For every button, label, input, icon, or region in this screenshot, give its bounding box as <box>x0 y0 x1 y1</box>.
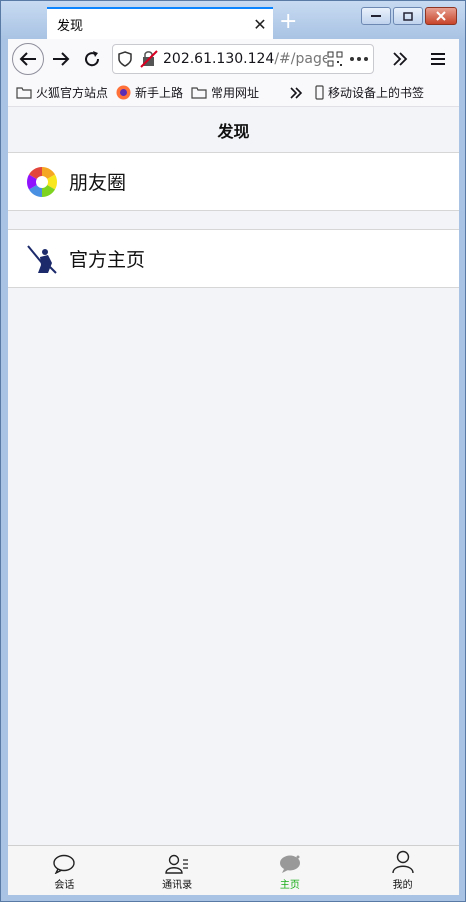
tab-chats[interactable]: 会话 <box>8 846 121 895</box>
browser-window: 发现 ✕ + 202.61.130.124/#/page 火狐官方站点 新手上路… <box>0 0 466 902</box>
qr-code-icon[interactable] <box>327 51 343 67</box>
maximize-button[interactable] <box>393 7 423 25</box>
folder-icon <box>191 87 207 99</box>
official-home-icon <box>25 242 59 276</box>
address-bar[interactable]: 202.61.130.124/#/page <box>112 44 374 74</box>
list-group: 朋友圈 <box>8 153 459 211</box>
back-arrow-icon <box>19 52 36 66</box>
hamburger-icon <box>431 53 445 65</box>
home-bubble-icon <box>279 855 300 873</box>
list-item-moments[interactable]: 朋友圈 <box>8 153 459 210</box>
list-item-label: 朋友圈 <box>69 172 127 194</box>
bottom-tab-bar: 会话 通讯录 主页 我的 <box>8 845 459 895</box>
bookmark-label: 移动设备上的书签 <box>328 86 425 100</box>
close-window-button[interactable] <box>425 7 457 25</box>
url-path: /#/page <box>274 51 327 67</box>
folder-icon <box>16 87 32 99</box>
list-item-label: 官方主页 <box>69 249 146 271</box>
tab-label: 会话 <box>54 880 75 891</box>
tab-title: 发现 <box>57 18 84 34</box>
bookmark-label: 常用网址 <box>211 86 260 100</box>
bookmark-common-sites[interactable]: 常用网址 <box>191 84 259 101</box>
bookmarks-overflow-button[interactable] <box>289 86 307 99</box>
forward-arrow-icon <box>53 52 70 66</box>
double-chevron-icon <box>290 86 303 99</box>
list-group: 官方主页 <box>8 229 459 288</box>
shield-icon[interactable] <box>117 51 133 67</box>
title-bar: 发现 ✕ + <box>1 1 465 39</box>
tab-label: 通讯录 <box>162 880 193 891</box>
back-button[interactable] <box>12 43 44 75</box>
navigation-bar: 202.61.130.124/#/page <box>8 39 459 79</box>
bookmark-firefox-official[interactable]: 火狐官方站点 <box>16 84 108 101</box>
tab-contacts[interactable]: 通讯录 <box>121 846 234 895</box>
bookmarks-bar: 火狐官方站点 新手上路 常用网址 移动设备上的书签 <box>8 79 459 107</box>
page-title: 发现 <box>8 107 459 153</box>
forward-button[interactable] <box>47 45 75 73</box>
hamburger-menu-button[interactable] <box>424 45 452 73</box>
minimize-button[interactable] <box>361 7 391 25</box>
reload-icon <box>85 51 100 67</box>
chat-bubble-icon <box>53 854 76 874</box>
browser-tab[interactable]: 发现 ✕ <box>47 7 273 39</box>
person-icon <box>391 850 414 874</box>
insecure-lock-icon[interactable] <box>139 50 159 68</box>
tab-home[interactable]: 主页 <box>234 846 347 895</box>
tab-label: 我的 <box>392 880 413 891</box>
tab-label: 主页 <box>279 880 300 891</box>
mobile-icon <box>315 85 324 100</box>
url-text: 202.61.130.124/#/page <box>163 51 327 67</box>
bookmark-getting-started[interactable]: 新手上路 <box>116 84 183 101</box>
url-host: 202.61.130.124 <box>163 51 275 67</box>
double-chevron-icon <box>393 52 408 66</box>
bookmark-label: 火狐官方站点 <box>36 86 109 100</box>
firefox-icon <box>116 85 131 100</box>
contacts-icon <box>165 854 189 874</box>
reload-button[interactable] <box>78 45 106 73</box>
tab-me[interactable]: 我的 <box>346 846 459 895</box>
bookmark-label: 新手上路 <box>135 86 184 100</box>
bookmark-mobile[interactable]: 移动设备上的书签 <box>315 84 424 101</box>
list-item-official-home[interactable]: 官方主页 <box>8 230 459 287</box>
overflow-menu-button[interactable] <box>386 45 414 73</box>
moments-icon <box>25 165 59 199</box>
app-viewport: 发现 朋友圈 官方主页 会话 通讯录 主页 我的 <box>8 107 459 895</box>
new-tab-icon[interactable]: + <box>279 9 297 35</box>
tab-close-icon[interactable]: ✕ <box>247 15 273 34</box>
more-actions-icon[interactable] <box>349 56 369 62</box>
